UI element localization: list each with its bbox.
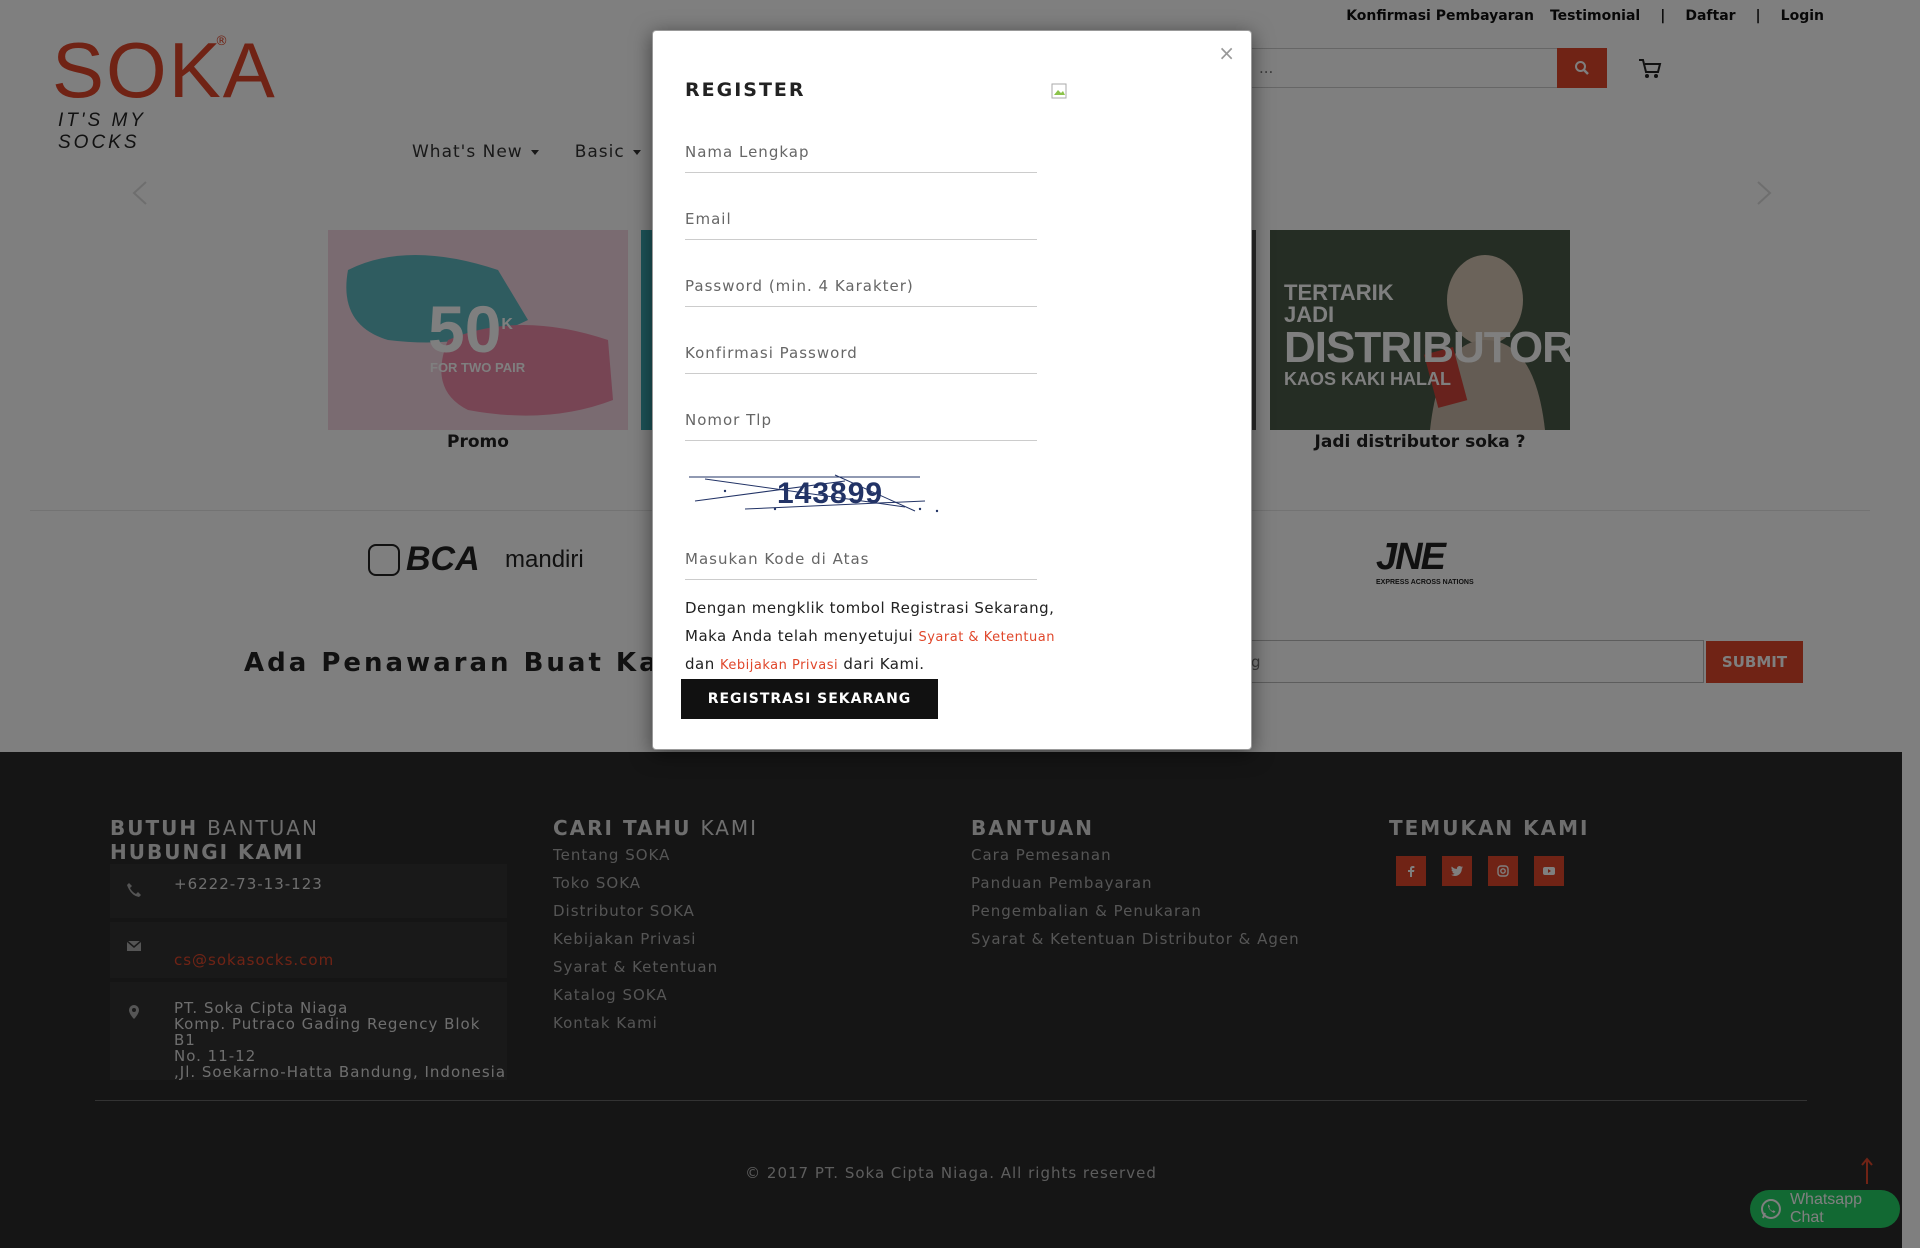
full-name-input[interactable] bbox=[685, 137, 1037, 167]
terms-text: Dengan mengklik tombol Registrasi Sekara… bbox=[685, 595, 1055, 680]
captcha-field bbox=[685, 544, 1037, 580]
broken-image-icon bbox=[1051, 83, 1067, 99]
register-submit-button[interactable]: REGISTRASI SEKARANG bbox=[681, 679, 938, 719]
privacy-link[interactable]: Kebijakan Privasi bbox=[720, 658, 838, 673]
password-input[interactable] bbox=[685, 271, 1037, 301]
register-modal: × REGISTER 143899 Dengan mengklik tombol… bbox=[652, 30, 1252, 750]
terms-link[interactable]: Syarat & Ketentuan bbox=[918, 630, 1054, 645]
close-icon[interactable]: × bbox=[1218, 41, 1235, 65]
full-name-field bbox=[685, 137, 1037, 173]
password-field bbox=[685, 271, 1037, 307]
phone-field bbox=[685, 405, 1037, 441]
captcha-input[interactable] bbox=[685, 544, 1037, 574]
phone-input[interactable] bbox=[685, 405, 1037, 435]
captcha-code: 143899 bbox=[777, 477, 884, 510]
email-field bbox=[685, 204, 1037, 240]
confirm-password-field bbox=[685, 338, 1037, 374]
confirm-password-input[interactable] bbox=[685, 338, 1037, 368]
email-input[interactable] bbox=[685, 204, 1037, 234]
modal-title: REGISTER bbox=[685, 79, 806, 101]
terms-part: dan bbox=[685, 655, 715, 673]
captcha-image: 143899 bbox=[685, 471, 955, 521]
terms-part: dari Kami. bbox=[843, 655, 925, 673]
